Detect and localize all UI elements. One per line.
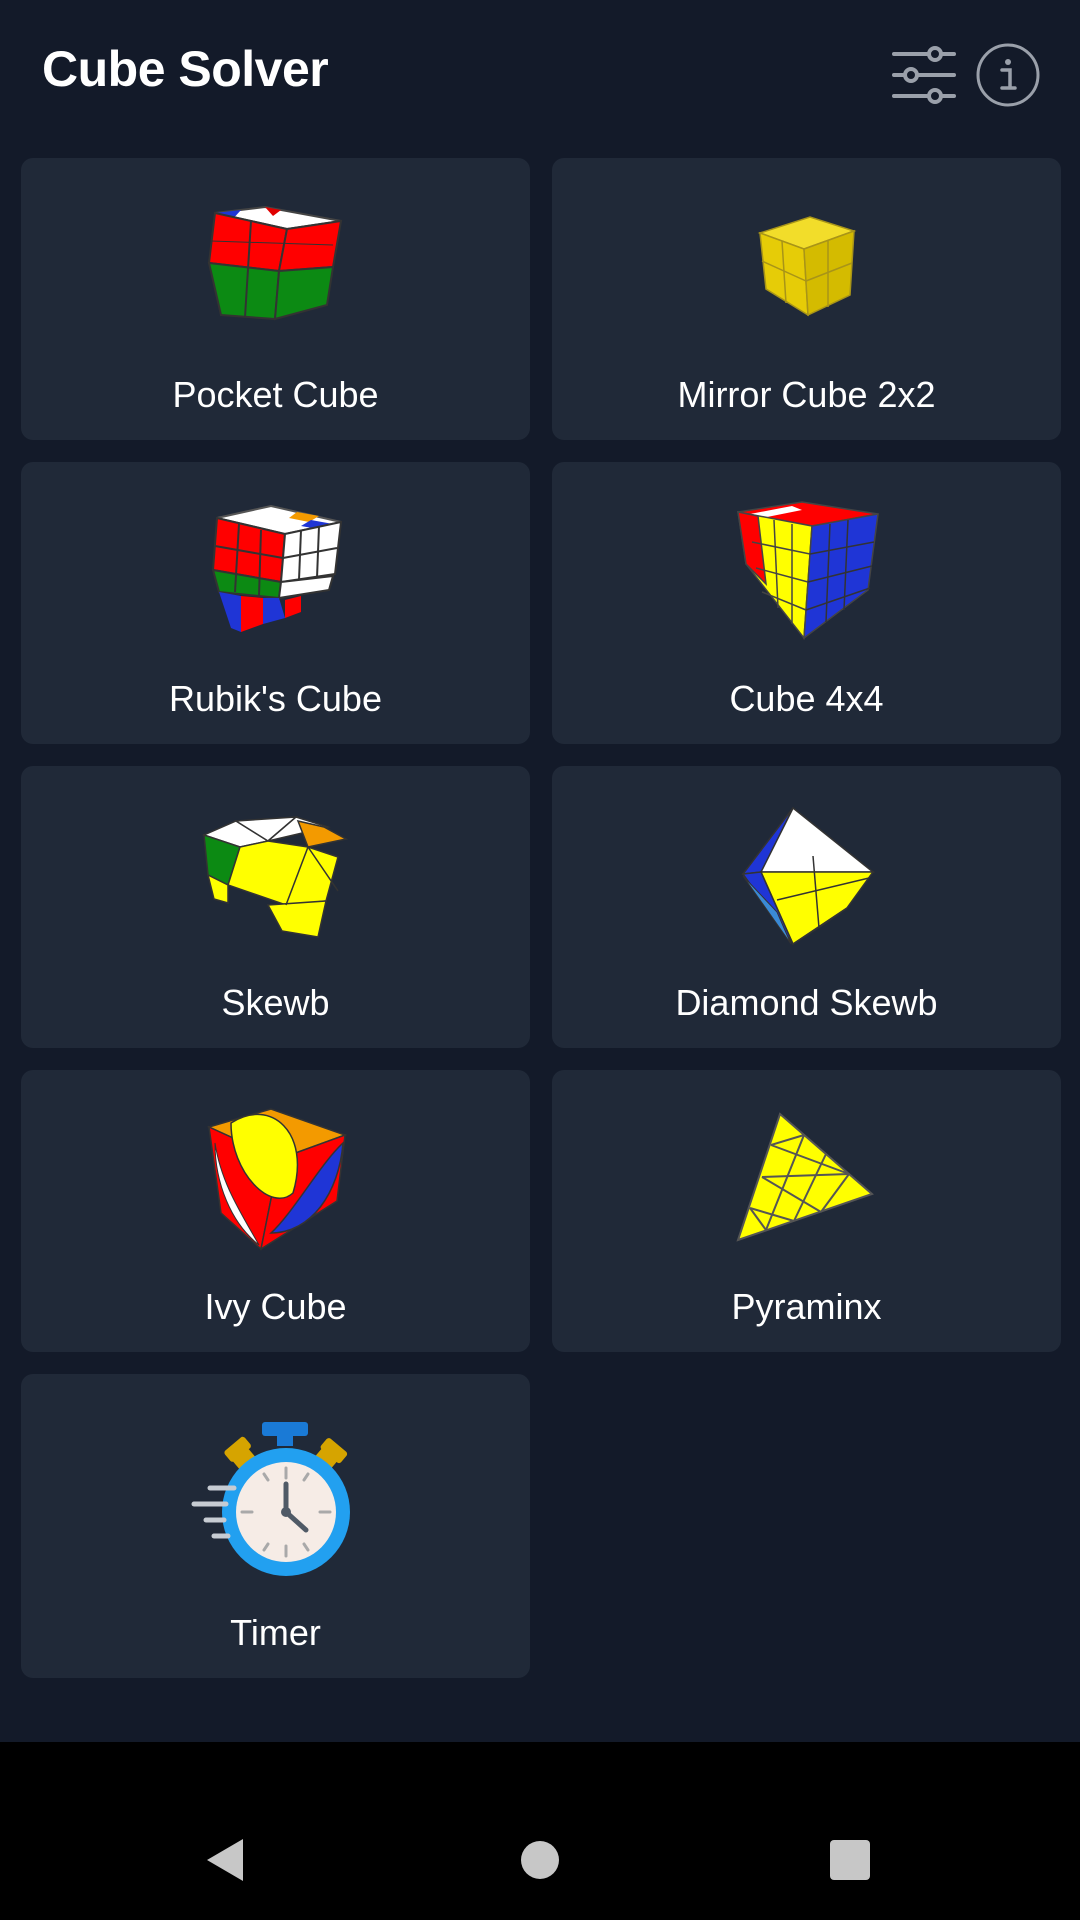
stopwatch-icon: [191, 1422, 350, 1576]
rubiks-cube-icon: [211, 504, 342, 632]
app-screen: Cube Solver Pocket Cube Mirror Cube 2x2 …: [0, 0, 1080, 1742]
pocket-cube-icon: [207, 205, 342, 321]
back-triangle-icon: [207, 1839, 243, 1881]
info-icon: [976, 43, 1040, 107]
puzzle-card-mirror-cube[interactable]: Mirror Cube 2x2: [552, 158, 1061, 440]
puzzle-label: Rubik's Cube: [169, 678, 382, 719]
skewb-icon: [201, 816, 349, 938]
diamond-skewb-icon: [740, 806, 875, 945]
puzzle-card-cube-4x4[interactable]: Cube 4x4: [552, 462, 1061, 744]
puzzle-label: Diamond Skewb: [675, 982, 938, 1023]
info-button[interactable]: [973, 40, 1043, 110]
nav-back-button[interactable]: [196, 1830, 256, 1890]
puzzle-label: Mirror Cube 2x2: [677, 374, 936, 415]
puzzle-label: Timer: [230, 1612, 321, 1653]
puzzle-card-pyraminx[interactable]: Pyraminx: [552, 1070, 1061, 1352]
timer-card[interactable]: Timer: [21, 1374, 530, 1678]
pyraminx-icon: [735, 1112, 874, 1242]
puzzle-label: Ivy Cube: [204, 1286, 347, 1327]
puzzle-label: Cube 4x4: [729, 678, 884, 719]
puzzle-card-rubiks-cube[interactable]: Rubik's Cube: [21, 462, 530, 744]
puzzle-card-diamond-skewb[interactable]: Diamond Skewb: [552, 766, 1061, 1048]
puzzle-card-ivy-cube[interactable]: Ivy Cube: [21, 1070, 530, 1352]
puzzle-label: Skewb: [221, 982, 330, 1023]
recents-square-icon: [830, 1840, 870, 1880]
app-title: Cube Solver: [42, 41, 329, 97]
puzzle-label: Pyraminx: [731, 1286, 882, 1327]
puzzle-card-pocket-cube[interactable]: Pocket Cube: [21, 158, 530, 440]
cube-4x4-icon: [736, 500, 879, 640]
home-circle-icon: [521, 1841, 559, 1879]
sliders-icon: [892, 46, 956, 104]
puzzle-label: Pocket Cube: [172, 374, 379, 415]
settings-button[interactable]: [889, 40, 959, 110]
ivy-cube-icon: [206, 1108, 347, 1251]
nav-home-button[interactable]: [510, 1830, 570, 1890]
app-header: Cube Solver: [0, 0, 1080, 145]
nav-recents-button[interactable]: [820, 1830, 880, 1890]
mirror-cube-icon: [757, 216, 856, 317]
puzzle-card-skewb[interactable]: Skewb: [21, 766, 530, 1048]
